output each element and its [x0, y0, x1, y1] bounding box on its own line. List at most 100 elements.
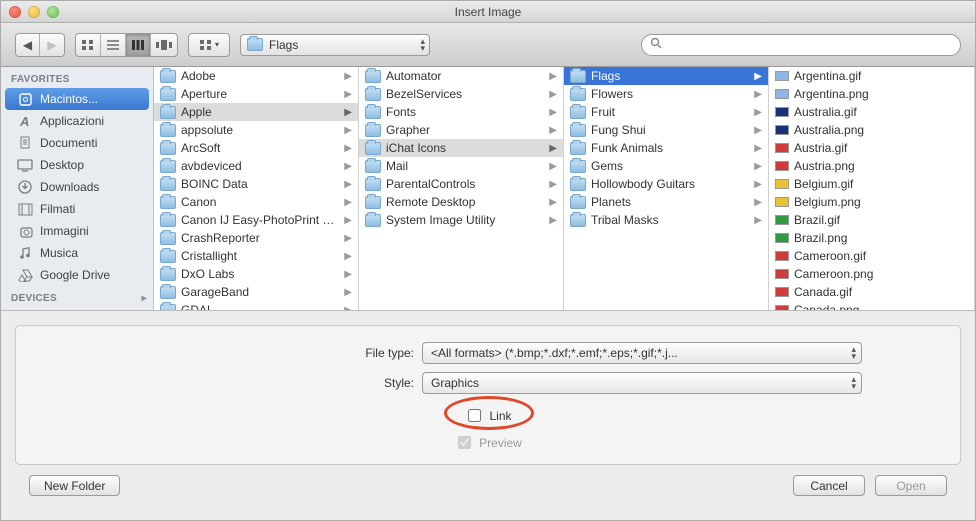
view-icon-button[interactable] [76, 34, 101, 56]
file-label: Fruit [591, 105, 749, 119]
file-row[interactable]: Argentina.gif [769, 67, 974, 85]
arrange-button[interactable]: ▾ [189, 34, 229, 56]
search-input[interactable] [666, 37, 952, 53]
new-folder-button[interactable]: New Folder [29, 475, 120, 496]
file-row[interactable]: Mail ▶ [359, 157, 563, 175]
back-button[interactable]: ◀ [16, 34, 40, 56]
file-row[interactable]: Gems▶ [564, 157, 768, 175]
file-row[interactable]: Tribal Masks▶ [564, 211, 768, 229]
file-row[interactable]: ParentalControls▶ [359, 175, 563, 193]
file-label: Argentina.png [794, 87, 970, 101]
disclosure-arrow-icon[interactable]: ▸ [142, 293, 147, 304]
file-label: Grapher [386, 123, 544, 137]
file-row[interactable]: Cameroon.png [769, 265, 974, 283]
file-row[interactable]: Automator▶ [359, 67, 563, 85]
sidebar-item[interactable]: Documenti [1, 132, 153, 154]
popup-arrows-icon: ▴▾ [851, 346, 856, 360]
zoom-window-button[interactable] [47, 6, 59, 18]
file-row[interactable]: BOINC Data▶ [154, 175, 358, 193]
style-value: Graphics [431, 376, 479, 390]
file-row[interactable]: Cristallight▶ [154, 247, 358, 265]
search-field[interactable] [641, 34, 961, 56]
sidebar-item[interactable]: Downloads [1, 176, 153, 198]
file-row[interactable]: Belgium.png [769, 193, 974, 211]
toolbar: ◀ ▶ ▾ Flags ▴▾ [1, 23, 975, 67]
file-row[interactable]: CrashReporter▶ [154, 229, 358, 247]
file-label: Cristallight [181, 249, 339, 263]
file-row[interactable]: Fonts▶ [359, 103, 563, 121]
file-row[interactable]: Austria.gif [769, 139, 974, 157]
popup-arrows-icon: ▴▾ [851, 376, 856, 390]
file-row[interactable]: Adobe▶ [154, 67, 358, 85]
chevron-right-icon: ▶ [549, 71, 557, 82]
file-row[interactable]: Australia.png [769, 121, 974, 139]
file-row[interactable]: Brazil.gif [769, 211, 974, 229]
folder-icon [160, 196, 176, 209]
folder-icon [570, 124, 586, 137]
link-checkbox-row[interactable]: Link [464, 406, 511, 425]
file-row[interactable]: Remote Desktop▶ [359, 193, 563, 211]
file-label: Mail [386, 159, 544, 173]
chevron-right-icon: ▶ [549, 161, 557, 172]
file-row[interactable]: Fruit▶ [564, 103, 768, 121]
sidebar-item[interactable]: Immagini [1, 220, 153, 242]
folder-icon [247, 38, 263, 51]
view-coverflow-button[interactable] [151, 34, 177, 56]
sidebar-item[interactable]: Desktop [1, 154, 153, 176]
filetype-popup[interactable]: <All formats> (*.bmp;*.dxf;*.emf;*.eps;*… [422, 342, 862, 364]
file-row[interactable]: Brazil.png [769, 229, 974, 247]
view-columns-button[interactable] [126, 34, 151, 56]
file-row[interactable]: Argentina.png [769, 85, 974, 103]
file-row[interactable]: Belgium.gif [769, 175, 974, 193]
flag-icon [775, 89, 789, 99]
file-row[interactable]: Australia.gif [769, 103, 974, 121]
close-window-button[interactable] [9, 6, 21, 18]
minimize-window-button[interactable] [28, 6, 40, 18]
file-row[interactable]: System Image Utility▶ [359, 211, 563, 229]
file-row[interactable]: Hollowbody Guitars▶ [564, 175, 768, 193]
file-row[interactable]: Canon IJ Easy-PhotoPrint EX▶ [154, 211, 358, 229]
file-row[interactable]: GDAL▶ [154, 301, 358, 310]
file-row[interactable]: Grapher▶ [359, 121, 563, 139]
file-row[interactable]: Cameroon.gif [769, 247, 974, 265]
flag-icon [775, 143, 789, 153]
file-row[interactable]: Planets▶ [564, 193, 768, 211]
file-row[interactable]: Funk Animals▶ [564, 139, 768, 157]
chevron-right-icon: ▶ [344, 287, 352, 298]
file-row[interactable]: DxO Labs▶ [154, 265, 358, 283]
cancel-button[interactable]: Cancel [793, 475, 865, 496]
file-row[interactable]: Apple▶ [154, 103, 358, 121]
file-row[interactable]: Fung Shui▶ [564, 121, 768, 139]
music-icon [17, 245, 33, 261]
style-popup[interactable]: Graphics ▴▾ [422, 372, 862, 394]
sidebar-item[interactable]: Macintos... [5, 88, 149, 110]
file-row[interactable]: Canada.gif [769, 283, 974, 301]
file-label: CrashReporter [181, 231, 339, 245]
file-row[interactable]: iChat Icons▶ [359, 139, 563, 157]
path-popup[interactable]: Flags ▴▾ [240, 34, 430, 56]
sidebar-item[interactable]: Filmati [1, 198, 153, 220]
sidebar-item[interactable]: Google Drive [1, 264, 153, 286]
file-row[interactable]: appsolute▶ [154, 121, 358, 139]
folder-icon [160, 268, 176, 281]
sidebar-item[interactable]: AApplicazioni [1, 110, 153, 132]
view-list-button[interactable] [101, 34, 126, 56]
file-row[interactable]: Aperture▶ [154, 85, 358, 103]
folder-icon [570, 70, 586, 83]
file-row[interactable]: GarageBand▶ [154, 283, 358, 301]
file-row[interactable]: Austria.png [769, 157, 974, 175]
file-row[interactable]: BezelServices▶ [359, 85, 563, 103]
file-row[interactable]: Flowers▶ [564, 85, 768, 103]
file-row[interactable]: ArcSoft▶ [154, 139, 358, 157]
folder-icon [160, 160, 176, 173]
file-label: Austria.png [794, 159, 970, 173]
file-row[interactable]: Flags▶ [564, 67, 768, 85]
file-row[interactable]: avbdeviced▶ [154, 157, 358, 175]
open-button[interactable]: Open [875, 475, 947, 496]
link-checkbox[interactable] [468, 409, 481, 422]
chevron-right-icon: ▶ [344, 269, 352, 280]
forward-button[interactable]: ▶ [40, 34, 64, 56]
sidebar-item[interactable]: Musica [1, 242, 153, 264]
file-row[interactable]: Canon▶ [154, 193, 358, 211]
file-row[interactable]: Canada.png [769, 301, 974, 310]
